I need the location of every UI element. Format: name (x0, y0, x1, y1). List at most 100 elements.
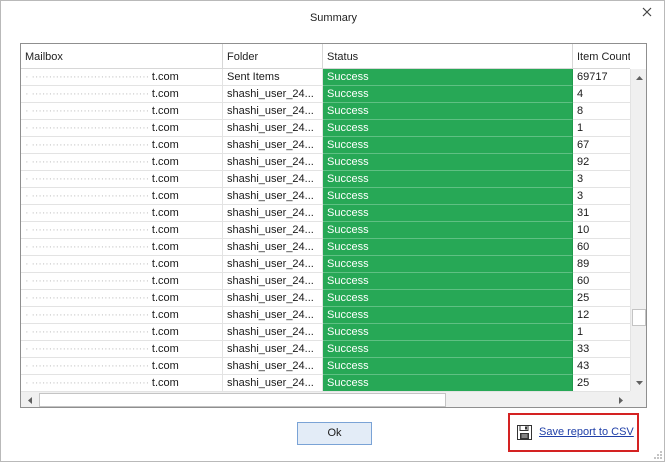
folder-cell: shashi_user_24... (223, 341, 323, 358)
summary-grid: Mailbox Folder Status Item Count · ·····… (20, 43, 647, 408)
scrollbar-corner (630, 391, 646, 407)
save-report-label[interactable]: Save report to CSV (539, 426, 634, 438)
folder-cell: shashi_user_24... (223, 103, 323, 120)
mailbox-cell: · ·································· t.c… (21, 69, 223, 86)
status-cell: Success (323, 341, 573, 358)
table-row[interactable]: · ·································· t.c… (21, 103, 630, 120)
close-button[interactable] (639, 4, 655, 20)
scroll-right-button[interactable] (613, 392, 630, 407)
column-header-status[interactable]: Status (323, 44, 573, 69)
table-row[interactable]: · ·································· t.c… (21, 375, 630, 392)
folder-cell: shashi_user_24... (223, 205, 323, 222)
table-row[interactable]: · ·································· t.c… (21, 205, 630, 222)
redacted-email-text: · ·································· (25, 377, 152, 389)
mailbox-suffix: t.com (151, 173, 179, 185)
item-count-cell: 25 (573, 290, 630, 307)
vertical-scroll-thumb[interactable] (632, 309, 646, 326)
scroll-down-button[interactable] (631, 374, 646, 391)
mailbox-cell: · ·································· t.c… (21, 239, 223, 256)
table-row[interactable]: · ·································· t.c… (21, 290, 630, 307)
mailbox-cell: · ·································· t.c… (21, 103, 223, 120)
redacted-email-text: · ·································· (25, 360, 152, 372)
item-count-cell: 69717 (573, 69, 630, 86)
table-row[interactable]: · ·································· t.c… (21, 341, 630, 358)
folder-cell: shashi_user_24... (223, 307, 323, 324)
triangle-right-icon (619, 397, 623, 404)
folder-cell: shashi_user_24... (223, 256, 323, 273)
save-report-link[interactable]: Save report to CSV (516, 423, 634, 441)
table-row[interactable]: · ·································· t.c… (21, 188, 630, 205)
status-cell: Success (323, 103, 573, 120)
redacted-email-text: · ·································· (25, 258, 152, 270)
table-row[interactable]: · ·································· t.c… (21, 69, 630, 86)
ok-button[interactable]: Ok (297, 422, 372, 445)
resize-grip-icon[interactable] (653, 450, 663, 460)
folder-cell: shashi_user_24... (223, 222, 323, 239)
column-header-mailbox[interactable]: Mailbox (21, 44, 223, 69)
folder-cell: shashi_user_24... (223, 137, 323, 154)
horizontal-scroll-thumb[interactable] (39, 393, 446, 407)
status-cell: Success (323, 239, 573, 256)
scroll-up-button[interactable] (631, 69, 646, 86)
status-cell: Success (323, 120, 573, 137)
table-row[interactable]: · ·································· t.c… (21, 256, 630, 273)
item-count-cell: 31 (573, 205, 630, 222)
grid-rows: · ·································· t.c… (21, 69, 630, 392)
folder-cell: shashi_user_24... (223, 154, 323, 171)
item-count-cell: 67 (573, 137, 630, 154)
mailbox-cell: · ·································· t.c… (21, 154, 223, 171)
folder-cell: shashi_user_24... (223, 358, 323, 375)
table-row[interactable]: · ·································· t.c… (21, 273, 630, 290)
item-count-cell: 33 (573, 341, 630, 358)
redacted-email-text: · ·································· (25, 275, 152, 287)
status-cell: Success (323, 69, 573, 86)
status-cell: Success (323, 154, 573, 171)
folder-cell: shashi_user_24... (223, 290, 323, 307)
item-count-cell: 60 (573, 273, 630, 290)
vertical-scrollbar[interactable] (630, 69, 646, 391)
folder-cell: shashi_user_24... (223, 188, 323, 205)
item-count-cell: 92 (573, 154, 630, 171)
item-count-cell: 43 (573, 358, 630, 375)
summary-dialog: Summary Mailbox Folder Status Item Count… (0, 0, 665, 462)
status-cell: Success (323, 256, 573, 273)
mailbox-cell: · ·································· t.c… (21, 273, 223, 290)
table-row[interactable]: · ·································· t.c… (21, 171, 630, 188)
table-row[interactable]: · ·································· t.c… (21, 239, 630, 256)
scroll-left-button[interactable] (21, 392, 38, 407)
column-header-item-count[interactable]: Item Count (573, 44, 630, 69)
status-cell: Success (323, 358, 573, 375)
table-row[interactable]: · ·································· t.c… (21, 137, 630, 154)
horizontal-scrollbar[interactable] (21, 391, 630, 407)
table-row[interactable]: · ·································· t.c… (21, 86, 630, 103)
item-count-cell: 1 (573, 120, 630, 137)
redacted-email-text: · ·································· (25, 173, 152, 185)
item-count-cell: 3 (573, 171, 630, 188)
table-row[interactable]: · ·································· t.c… (21, 120, 630, 137)
table-row[interactable]: · ·································· t.c… (21, 307, 630, 324)
table-row[interactable]: · ·································· t.c… (21, 154, 630, 171)
folder-cell: shashi_user_24... (223, 86, 323, 103)
column-header-folder[interactable]: Folder (223, 44, 323, 69)
folder-cell: shashi_user_24... (223, 120, 323, 137)
status-cell: Success (323, 273, 573, 290)
mailbox-suffix: t.com (151, 258, 179, 270)
mailbox-suffix: t.com (151, 309, 179, 321)
status-cell: Success (323, 171, 573, 188)
table-row[interactable]: · ·································· t.c… (21, 222, 630, 239)
folder-cell: shashi_user_24... (223, 324, 323, 341)
mailbox-suffix: t.com (151, 377, 179, 389)
redacted-email-text: · ·································· (25, 122, 152, 134)
mailbox-cell: · ·································· t.c… (21, 205, 223, 222)
mailbox-suffix: t.com (151, 292, 179, 304)
mailbox-cell: · ·································· t.c… (21, 120, 223, 137)
table-row[interactable]: · ·································· t.c… (21, 324, 630, 341)
folder-cell: Sent Items (223, 69, 323, 86)
item-count-cell: 25 (573, 375, 630, 392)
folder-cell: shashi_user_24... (223, 375, 323, 392)
status-cell: Success (323, 222, 573, 239)
mailbox-cell: · ·································· t.c… (21, 290, 223, 307)
status-cell: Success (323, 137, 573, 154)
mailbox-cell: · ·································· t.c… (21, 137, 223, 154)
table-row[interactable]: · ·································· t.c… (21, 358, 630, 375)
